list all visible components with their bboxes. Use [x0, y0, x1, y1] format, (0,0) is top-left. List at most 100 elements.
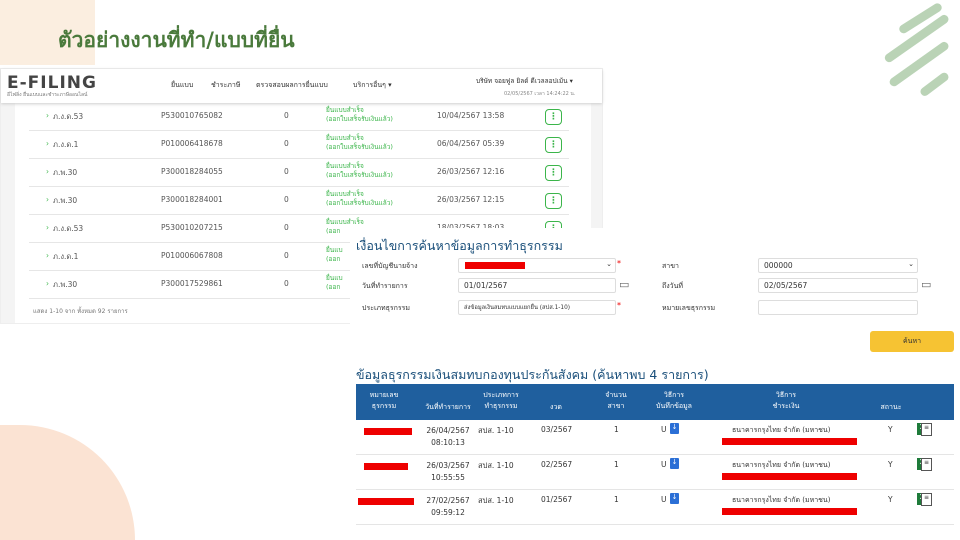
- calendar-icon[interactable]: ▭: [619, 278, 629, 291]
- payment-bank: ธนาคารกรุงไทย จำกัด (มหาชน): [732, 426, 831, 434]
- txn-datetime: 26/03/2567 10:55:55: [426, 461, 470, 482]
- status: ยื่นแบ (ออก: [326, 246, 343, 263]
- search-title: เงื่อนไขการค้นหาข้อมูลการทำธุรกรรม: [356, 238, 563, 253]
- txn-type-select[interactable]: ส่งข้อมูลเงินสมทบแบบแยกยื่น (สปส.1-10): [458, 300, 616, 315]
- calendar-icon[interactable]: ▭: [921, 278, 931, 291]
- col-type: ประเภทการ ทำธุรกรรม: [483, 391, 519, 410]
- form-name[interactable]: ภ.ง.ด.1: [53, 139, 78, 151]
- filed-datetime: 26/03/2567 12:15: [437, 195, 505, 204]
- record-method: U: [661, 460, 667, 469]
- user-menu[interactable]: บริษัท จอยฟูล ยิลด์ ดีเวลลอปเม้น ▾: [476, 76, 598, 86]
- label-txn-no: หมายเลขธุรกรรม: [662, 304, 716, 312]
- chevron-right-icon[interactable]: ›: [46, 195, 49, 204]
- filed-datetime: 26/03/2567 12:16: [437, 167, 505, 176]
- decor-strokes: [884, 3, 949, 96]
- slide-title: ตัวอย่างงานที่ทำ/แบบที่ยื่น: [58, 28, 295, 52]
- record-method: U: [661, 495, 667, 504]
- amount: 0: [284, 251, 289, 260]
- period: 03/2567: [541, 425, 573, 434]
- download-icon[interactable]: ↓: [670, 423, 679, 434]
- col-period: งวด: [550, 403, 562, 411]
- form-name[interactable]: ภ.ง.ด.53: [53, 111, 83, 123]
- chevron-right-icon[interactable]: ›: [46, 223, 49, 232]
- status: Y: [888, 425, 893, 434]
- redaction: [364, 463, 408, 470]
- chevron-right-icon[interactable]: ›: [46, 111, 49, 120]
- branch-count: 1: [614, 425, 619, 434]
- col-branches: จำนวน สาขา: [605, 391, 627, 410]
- document-icon[interactable]: ≡: [921, 493, 932, 506]
- reference-no: P010006067808: [161, 251, 223, 260]
- redaction: [722, 473, 857, 480]
- status: Y: [888, 495, 893, 504]
- more-options-icon[interactable]: ⋮: [545, 109, 562, 125]
- form-name[interactable]: ภ.พ.30: [53, 195, 77, 207]
- redaction: [358, 498, 414, 505]
- branch-count: 1: [614, 460, 619, 469]
- period: 02/2567: [541, 460, 573, 469]
- branch-select[interactable]: 000000 ⌄: [758, 258, 918, 273]
- col-method: วิธีการ บันทึกข้อมูล: [656, 391, 692, 410]
- filed-datetime: 06/04/2567 05:39: [437, 139, 505, 148]
- date-from-input[interactable]: 01/01/2567: [458, 278, 616, 293]
- more-options-icon[interactable]: ⋮: [545, 137, 562, 153]
- more-options-icon[interactable]: ⋮: [545, 193, 562, 209]
- form-name[interactable]: ภ.ง.ด.53: [53, 223, 83, 235]
- amount: 0: [284, 167, 289, 176]
- record-method: U: [661, 425, 667, 434]
- label-branch: สาขา: [662, 262, 679, 270]
- status: ยื่นแบบสำเร็จ (ออกใบเสร็จรับเงินแล้ว): [326, 190, 393, 207]
- status: ยื่นแบบสำเร็จ (ออกใบเสร็จรับเงินแล้ว): [326, 106, 393, 123]
- required-marker: *: [617, 301, 621, 310]
- table-row: 26/03/2567 10:55:55 สปส. 1-10 02/2567 1 U…: [356, 455, 954, 490]
- label-txn-type: ประเภทธุรกรรม: [362, 304, 410, 312]
- reference-no: P300017529861: [161, 279, 223, 288]
- chevron-right-icon[interactable]: ›: [46, 279, 49, 288]
- redaction: [722, 508, 857, 515]
- status: ยื่นแบบสำเร็จ (ออกใบเสร็จรับเงินแล้ว): [326, 134, 393, 151]
- user-datetime: 02/05/2567 เวลา 14:24:22 น.: [504, 91, 576, 97]
- results-table-header: หมายเลข ธุรกรรม วันที่ทำรายการ ประเภทการ…: [356, 384, 954, 420]
- reference-no: P530010207215: [161, 223, 223, 232]
- nav-pay[interactable]: ชำระภาษี: [211, 80, 240, 91]
- txn-type: สปส. 1-10: [478, 461, 514, 470]
- filing-row[interactable]: › ภ.ง.ด.1 P010006418678 0 ยื่นแบบสำเร็จ(…: [29, 131, 569, 159]
- txn-datetime: 26/04/2567 08:10:13: [426, 426, 470, 447]
- form-name[interactable]: ภ.ง.ด.1: [53, 251, 78, 263]
- form-name[interactable]: ภ.พ.30: [53, 167, 77, 179]
- results-title: ข้อมูลธุรกรรมเงินสมทบกองทุนประกันสังคม (…: [356, 367, 709, 382]
- document-icon[interactable]: ≡: [921, 458, 932, 471]
- pagination-info: แสดง 1-10 จาก ทั้งหมด 92 รายการ: [33, 308, 128, 315]
- col-date: วันที่ทำรายการ: [425, 403, 471, 411]
- label-employer-acct: เลขที่บัญชีนายจ้าง: [362, 262, 418, 270]
- reference-no: P010006418678: [161, 139, 223, 148]
- txn-no-input[interactable]: [758, 300, 918, 315]
- form-name[interactable]: ภ.พ.30: [53, 279, 77, 291]
- table-row: 27/02/2567 09:59:12 สปส. 1-10 01/2567 1 U…: [356, 490, 954, 525]
- filing-row[interactable]: › ภ.พ.30 P300018284055 0 ยื่นแบบสำเร็จ (อ…: [29, 159, 569, 187]
- download-icon[interactable]: ↓: [670, 458, 679, 469]
- chevron-down-icon: ⌄: [908, 260, 914, 268]
- document-icon[interactable]: ≡: [921, 423, 932, 436]
- status: ยื่นแบ (ออก: [326, 274, 343, 291]
- more-options-icon[interactable]: ⋮: [545, 165, 562, 181]
- filing-row[interactable]: › ภ.พ.30 P300018284001 0 ยื่นแบบสำเร็จ (อ…: [29, 187, 569, 215]
- employer-acct-select[interactable]: ⌄: [458, 258, 616, 273]
- download-icon[interactable]: ↓: [670, 493, 679, 504]
- nav-file[interactable]: ยื่นแบบ: [171, 80, 193, 91]
- chevron-right-icon[interactable]: ›: [46, 251, 49, 260]
- table-row: 26/04/2567 08:10:13 สปส. 1-10 03/2567 1 U…: [356, 420, 954, 455]
- nav-check[interactable]: ตรวจสอบผลการยื่นแบบ: [256, 80, 328, 91]
- nav-other[interactable]: บริการอื่นๆ ▾: [353, 80, 392, 91]
- amount: 0: [284, 139, 289, 148]
- amount: 0: [284, 223, 289, 232]
- search-button[interactable]: ค้นหา: [870, 331, 954, 352]
- payment-bank: ธนาคารกรุงไทย จำกัด (มหาชน): [732, 461, 831, 469]
- chevron-right-icon[interactable]: ›: [46, 167, 49, 176]
- label-date-from: วันที่ทำรายการ: [362, 282, 408, 290]
- filing-row[interactable]: › ภ.ง.ด.53 P530010765082 0 ยื่นแบบสำเร็จ…: [29, 103, 569, 131]
- sso-screenshot: เงื่อนไขการค้นหาข้อมูลการทำธุรกรรม เลขที…: [350, 228, 956, 540]
- amount: 0: [284, 195, 289, 204]
- date-to-input[interactable]: 02/05/2567: [758, 278, 918, 293]
- chevron-right-icon[interactable]: ›: [46, 139, 49, 148]
